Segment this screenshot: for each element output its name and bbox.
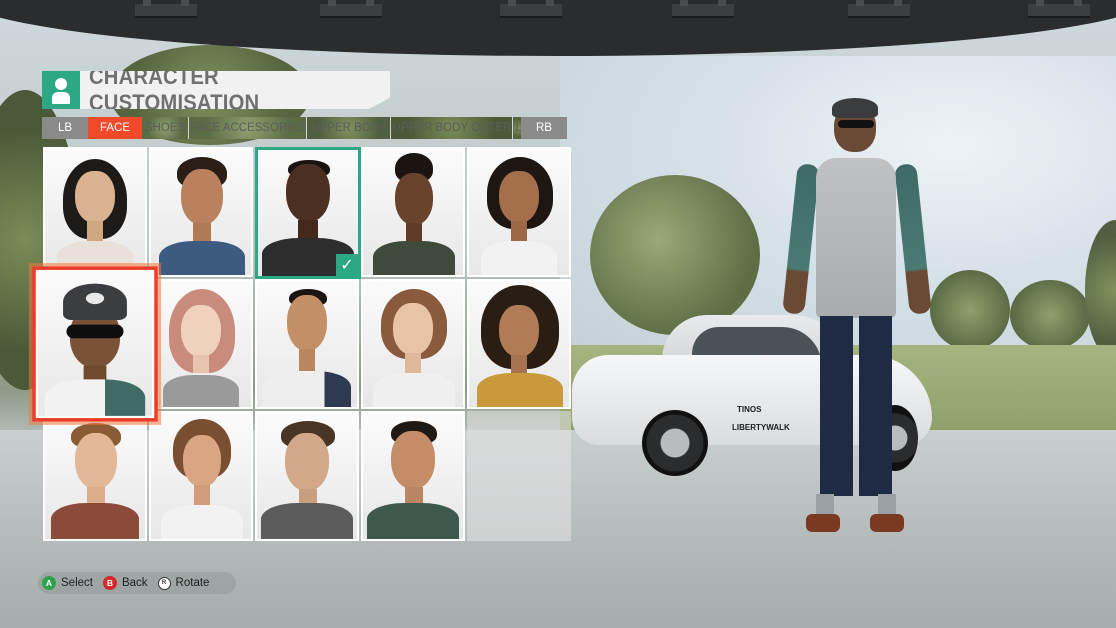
right-stick-icon: R: [157, 576, 171, 590]
face-tile[interactable]: [467, 147, 571, 277]
a-button-icon: A: [42, 576, 56, 590]
sunglasses-icon: [66, 324, 124, 339]
rb-bumper-button[interactable]: RB: [521, 117, 567, 139]
avatar-preview[interactable]: [780, 96, 940, 556]
tree: [590, 175, 760, 335]
avatar-jeans: [820, 316, 892, 496]
face-tile[interactable]: [43, 147, 147, 277]
checkmark-icon: ✓: [336, 254, 358, 276]
ceiling-light: [135, 0, 197, 18]
ceiling-light: [672, 0, 734, 18]
category-tabs: LB FACE SHOES FACE ACCESSORIES UPPER BOD…: [42, 117, 567, 139]
avatar-shoe: [806, 514, 840, 532]
face-tile[interactable]: [149, 279, 253, 409]
button-hints: A Select B Back R Rotate: [38, 572, 236, 594]
back-label: Back: [121, 577, 148, 589]
face-tile[interactable]: [149, 411, 253, 541]
face-tile[interactable]: [467, 279, 571, 409]
car-decal: TINOS: [737, 405, 762, 414]
lb-bumper-button[interactable]: LB: [42, 117, 88, 139]
b-button-icon: B: [102, 576, 117, 590]
face-grid: ✓: [32, 147, 571, 541]
avatar-shirt: [816, 158, 896, 318]
studio-ceiling: [0, 0, 1116, 56]
back-hint[interactable]: B Back: [102, 576, 148, 590]
beanie-icon: [63, 283, 127, 321]
face-tile[interactable]: [43, 411, 147, 541]
tab-upper-body-outer[interactable]: UPPER BODY OUTER: [390, 117, 513, 139]
avatar-sock: [878, 494, 896, 516]
tree: [1010, 280, 1090, 350]
avatar-arm: [894, 163, 932, 315]
empty-slot: [467, 411, 571, 541]
tree: [930, 270, 1010, 350]
page-header: CHARACTER CUSTOMISATION: [42, 71, 390, 109]
tab-face-accessories[interactable]: FACE ACCESSORIES: [188, 117, 307, 139]
car-wheel: [642, 410, 708, 476]
avatar-sock: [816, 494, 834, 516]
avatar-sunglasses: [838, 120, 874, 128]
person-icon: [42, 71, 80, 109]
select-label: Select: [61, 577, 93, 589]
ceiling-light: [848, 0, 910, 18]
ceiling-light: [1028, 0, 1090, 18]
rotate-label: Rotate: [175, 577, 210, 589]
ceiling-light: [320, 0, 382, 18]
page-title: CHARACTER CUSTOMISATION: [89, 64, 260, 115]
face-tile[interactable]: [149, 147, 253, 277]
rotate-hint[interactable]: R Rotate: [157, 576, 210, 590]
ceiling-light: [500, 0, 562, 18]
tab-shoes[interactable]: SHOES: [142, 117, 188, 139]
face-tile[interactable]: [255, 411, 359, 541]
face-tile[interactable]: [361, 279, 465, 409]
face-tile[interactable]: [361, 147, 465, 277]
select-hint[interactable]: A Select: [42, 576, 93, 590]
face-tile[interactable]: [361, 411, 465, 541]
tab-upper-body[interactable]: UPPER BODY: [306, 117, 391, 139]
avatar-cap: [832, 98, 878, 118]
face-tile-equipped[interactable]: ✓: [255, 147, 361, 279]
face-tile-selected[interactable]: [32, 266, 158, 422]
avatar-arm: [782, 163, 820, 315]
face-tile[interactable]: [255, 279, 359, 409]
tab-face[interactable]: FACE: [88, 117, 142, 139]
avatar-shoe: [870, 514, 904, 532]
